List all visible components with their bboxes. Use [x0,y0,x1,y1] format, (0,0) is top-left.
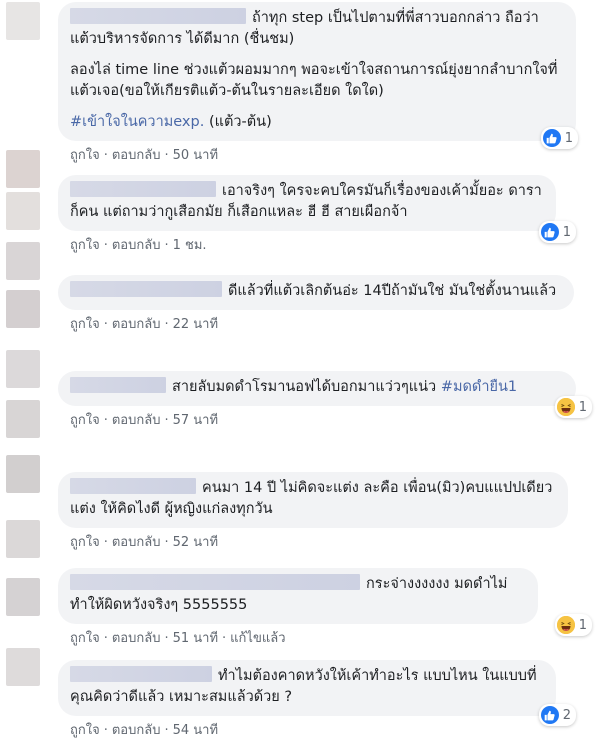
timestamp[interactable]: 22 นาที [173,317,218,332]
comment-text: กระจ่างงงงงง มดดำไม่ทำให้ผิดหวังจริงๆ 55… [70,574,508,613]
comment-bubble: ทำไมต้องคาดหวังให้เค้าทำอะไร แบบไหน ในแบ… [58,660,576,726]
timestamp[interactable]: 50 นาที [173,148,218,163]
edited-label[interactable]: แก้ไขแล้ว [230,631,285,646]
reaction-count[interactable]: 1 [554,614,592,636]
avatar[interactable] [6,400,40,438]
reply-link[interactable]: ตอบกลับ [112,238,161,253]
comment: ถ้าทุก step เป็นไปตามที่พี่สาวบอกกล่าว ถ… [58,2,592,165]
comment: สายลับมดดำโรมานอฟได้บอกมาแว่วๆแน่ว #มดดำ… [58,371,592,430]
avatar[interactable] [6,520,40,558]
timestamp[interactable]: 1 ชม. [173,238,207,253]
comment-actions: ถูกใจ · ตอบกลับ · 57 นาที [70,413,219,428]
hashtag-link[interactable]: #มดดำยืน1 [441,379,517,395]
avatar[interactable] [6,242,40,280]
timestamp[interactable]: 51 นาที [173,631,218,646]
avatar[interactable] [6,455,40,493]
avatar[interactable] [6,192,40,230]
comment-actions: ถูกใจ · ตอบกลับ · 51 นาที · แก้ไขแล้ว [70,631,286,646]
comment: เอาจริงๆ ใครจะคบใครมันก็เรื่องของเค้ามั้… [58,175,592,255]
reply-link[interactable]: ตอบกลับ [112,723,161,738]
timestamp[interactable]: 57 นาที [173,413,218,428]
reply-link[interactable]: ตอบกลับ [112,317,161,332]
like-reaction-icon [540,706,559,724]
reaction-count[interactable]: 2 [538,704,576,726]
reply-link[interactable]: ตอบกลับ [112,535,161,550]
commenter-name[interactable] [70,8,246,24]
comment-actions: ถูกใจ · ตอบกลับ · 1 ชม. [70,238,207,253]
like-link[interactable]: ถูกใจ [70,148,100,163]
comment-bubble: คนมา 14 ปี ไม่คิดจะแต่ง ละคือ เพื่อน(มิว… [58,472,568,528]
comment-actions: ถูกใจ · ตอบกลับ · 54 นาที [70,723,219,738]
commenter-name[interactable] [70,574,360,590]
comment-text: เอาจริงๆ ใครจะคบใครมันก็เรื่องของเค้ามั้… [70,181,542,220]
commenter-name[interactable] [70,666,212,682]
comment: ดีแล้วที่แต้วเลิกต้นอ่ะ 14ปีถ้ามันใช่ มั… [58,275,592,334]
hashtag-link[interactable]: #เข้าใจในความexp. [70,114,204,130]
like-link[interactable]: ถูกใจ [70,535,100,550]
like-link[interactable]: ถูกใจ [70,413,100,428]
comment-text: ลองไล่ time line ช่วงแต้วผอมมากๆ พอจะเข้… [70,62,558,99]
comment-bubble: กระจ่างงงงงง มดดำไม่ทำให้ผิดหวังจริงๆ 55… [58,568,592,636]
commenter-name[interactable] [70,377,166,393]
comment-text: ดีแล้วที่แต้วเลิกต้นอ่ะ 14ปีถ้ามันใช่ มั… [70,281,562,302]
avatar[interactable] [6,578,40,616]
timestamp[interactable]: 52 นาที [173,535,218,550]
commenter-name[interactable] [70,281,222,297]
comment-bubble: ถ้าทุก step เป็นไปตามที่พี่สาวบอกกล่าว ถ… [58,2,578,149]
commenter-name[interactable] [70,478,196,494]
haha-reaction-icon [556,616,575,634]
reaction-count[interactable]: 1 [538,221,576,243]
like-link[interactable]: ถูกใจ [70,317,100,332]
like-reaction-icon [542,129,561,147]
avatar[interactable] [6,350,40,388]
timestamp[interactable]: 54 นาที [173,723,218,738]
reply-link[interactable]: ตอบกลับ [112,148,161,163]
like-link[interactable]: ถูกใจ [70,631,100,646]
comment-bubble: สายลับมดดำโรมานอฟได้บอกมาแว่วๆแน่ว #มดดำ… [58,371,592,418]
avatar-column [0,0,50,745]
avatar[interactable] [6,150,40,188]
haha-reaction-icon [556,398,575,416]
comment-bubble: เอาจริงๆ ใครจะคบใครมันก็เรื่องของเค้ามั้… [58,175,576,243]
comment-text: ทำไมต้องคาดหวังให้เค้าทำอะไร แบบไหน ในแบ… [70,666,537,705]
comment: คนมา 14 ปี ไม่คิดจะแต่ง ละคือ เพื่อน(มิว… [58,472,592,552]
comment-text: ถ้าทุก step เป็นไปตามที่พี่สาวบอกกล่าว ถ… [70,8,539,47]
reply-link[interactable]: ตอบกลับ [112,413,161,428]
reaction-count[interactable]: 1 [540,127,578,149]
comment: กระจ่างงงงงง มดดำไม่ทำให้ผิดหวังจริงๆ 55… [58,568,592,648]
comment: ทำไมต้องคาดหวังให้เค้าทำอะไร แบบไหน ในแบ… [58,660,592,740]
like-link[interactable]: ถูกใจ [70,238,100,253]
reply-link[interactable]: ตอบกลับ [112,631,161,646]
commenter-name[interactable] [70,181,216,197]
comment-text: #เข้าใจในความexp. (แต้ว-ต้น) [70,114,272,130]
reaction-count[interactable]: 1 [554,396,592,418]
comment-actions: ถูกใจ · ตอบกลับ · 50 นาที [70,148,219,163]
like-reaction-icon [540,223,559,241]
avatar[interactable] [6,290,40,328]
avatar[interactable] [6,648,40,686]
comment-bubble: ดีแล้วที่แต้วเลิกต้นอ่ะ 14ปีถ้ามันใช่ มั… [58,275,574,310]
comment-actions: ถูกใจ · ตอบกลับ · 22 นาที [70,317,219,332]
comment-text: สายลับมดดำโรมานอฟได้บอกมาแว่วๆแน่ว #มดดำ… [70,377,564,398]
avatar[interactable] [6,2,40,40]
comment-text: คนมา 14 ปี ไม่คิดจะแต่ง ละคือ เพื่อน(มิว… [70,478,553,517]
like-link[interactable]: ถูกใจ [70,723,100,738]
comment-actions: ถูกใจ · ตอบกลับ · 52 นาที [70,535,219,550]
